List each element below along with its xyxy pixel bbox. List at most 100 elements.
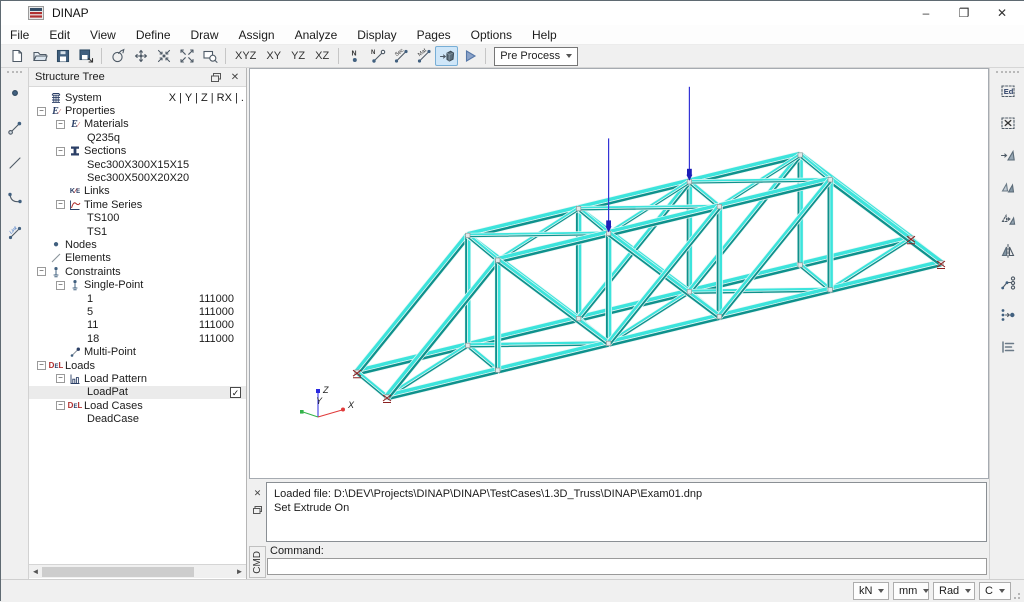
merge-nodes-button[interactable] bbox=[995, 302, 1021, 328]
menu-item-assign[interactable]: Assign bbox=[229, 25, 285, 45]
model-viewport[interactable]: ZXY bbox=[249, 68, 989, 479]
tree-row-system[interactable]: SystemX | Y | Z | RX | . bbox=[29, 91, 246, 104]
file-save-all-button[interactable] bbox=[74, 46, 97, 66]
tree-row-ts100[interactable]: TS100 bbox=[29, 212, 246, 225]
close-button[interactable]: ✕ bbox=[983, 1, 1021, 25]
view-plane-yz-button[interactable]: YZ bbox=[286, 48, 310, 64]
file-open-button[interactable] bbox=[28, 46, 51, 66]
message-close-icon[interactable]: ✕ bbox=[251, 486, 265, 500]
tree-expand-icon[interactable]: − bbox=[56, 200, 65, 209]
tree-row-nodes[interactable]: ●Nodes bbox=[29, 238, 246, 251]
assign-element-button[interactable]: N bbox=[366, 46, 389, 66]
view-fit-button[interactable] bbox=[175, 46, 198, 66]
divide-element-button[interactable] bbox=[995, 270, 1021, 296]
run-analysis-button[interactable] bbox=[458, 46, 481, 66]
tree-row-constraints[interactable]: −Constraints bbox=[29, 265, 246, 278]
minimize-button[interactable]: – bbox=[907, 1, 945, 25]
tree-expand-icon[interactable]: − bbox=[37, 107, 46, 116]
tree-expand-icon[interactable]: − bbox=[37, 361, 46, 370]
copy-element-button[interactable] bbox=[995, 174, 1021, 200]
assign-section-button[interactable]: Sec bbox=[389, 46, 412, 66]
message-float-icon[interactable] bbox=[251, 503, 265, 517]
tree-row-sec300x500x20x20[interactable]: Sec300X500X20X20 bbox=[29, 171, 246, 184]
stretch-element-button[interactable] bbox=[995, 206, 1021, 232]
command-tab[interactable]: CMD bbox=[249, 546, 266, 578]
tree-row-5[interactable]: 5111000 bbox=[29, 305, 246, 318]
tree-row-18[interactable]: 18111000 bbox=[29, 332, 246, 345]
tree-expand-icon[interactable]: − bbox=[37, 267, 46, 276]
tree-row-time-series[interactable]: −Time Series bbox=[29, 198, 246, 211]
tree-row-multi-point[interactable]: Multi-Point bbox=[29, 345, 246, 358]
view-plane-xz-button[interactable]: XZ bbox=[310, 48, 334, 64]
tree-row-1[interactable]: 1111000 bbox=[29, 292, 246, 305]
tree-row-links[interactable]: K⁄ELinks bbox=[29, 185, 246, 198]
loadpat-checkbox[interactable]: ✓ bbox=[230, 387, 241, 398]
tree-row-deadcase[interactable]: DeadCase bbox=[29, 412, 246, 425]
menu-item-options[interactable]: Options bbox=[461, 25, 522, 45]
tree-row-sec300x300x15x15[interactable]: Sec300X300X15X15 bbox=[29, 158, 246, 171]
tool-line-button[interactable] bbox=[2, 150, 28, 176]
tree-row-loadpat[interactable]: LoadPat✓ bbox=[29, 386, 246, 399]
tree-row-load-cases[interactable]: −DELLoad Cases bbox=[29, 399, 246, 412]
menu-item-display[interactable]: Display bbox=[347, 25, 406, 45]
tree-row-elements[interactable]: Elements bbox=[29, 252, 246, 265]
process-mode-combobox[interactable]: Pre Process bbox=[494, 47, 578, 66]
view-zoom-window-button[interactable] bbox=[198, 46, 221, 66]
maximize-button[interactable]: ❐ bbox=[945, 1, 983, 25]
menu-item-draw[interactable]: Draw bbox=[181, 25, 229, 45]
tree-row-ts1[interactable]: TS1 bbox=[29, 225, 246, 238]
view-pan-button[interactable] bbox=[129, 46, 152, 66]
resize-grip[interactable] bbox=[1013, 590, 1023, 600]
menu-item-edit[interactable]: Edit bbox=[39, 25, 80, 45]
view-orbit-button[interactable] bbox=[106, 46, 129, 66]
menu-item-view[interactable]: View bbox=[80, 25, 126, 45]
menu-item-help[interactable]: Help bbox=[522, 25, 567, 45]
tree-expand-icon[interactable]: − bbox=[56, 374, 65, 383]
tool-node-button[interactable] bbox=[2, 80, 28, 106]
assign-node-button[interactable]: N bbox=[343, 46, 366, 66]
tree-row-11[interactable]: 11111000 bbox=[29, 319, 246, 332]
menu-item-file[interactable]: File bbox=[1, 25, 39, 45]
view-plane-xy-button[interactable]: XY bbox=[261, 48, 286, 64]
file-save-button[interactable] bbox=[51, 46, 74, 66]
unit-combobox-kn[interactable]: kN bbox=[853, 582, 889, 600]
command-input[interactable] bbox=[267, 558, 987, 575]
align-list-button[interactable] bbox=[995, 334, 1021, 360]
unit-combobox-c[interactable]: C bbox=[979, 582, 1011, 600]
move-element-button[interactable] bbox=[995, 142, 1021, 168]
svg-text:Sec: Sec bbox=[394, 48, 405, 58]
edit-selection-button[interactable]: Ed bbox=[995, 78, 1021, 104]
tree-row-single-point[interactable]: −Single-Point bbox=[29, 278, 246, 291]
unit-combobox-mm[interactable]: mm bbox=[893, 582, 929, 600]
tool-element-button[interactable] bbox=[2, 115, 28, 141]
tree-row-q235q[interactable]: Q235q bbox=[29, 131, 246, 144]
panel-float-icon[interactable] bbox=[208, 70, 224, 85]
assign-material-button[interactable]: Mat bbox=[412, 46, 435, 66]
tree-expand-icon[interactable]: − bbox=[56, 120, 65, 129]
view-plane-xyz-button[interactable]: XYZ bbox=[230, 48, 261, 64]
tool-arc-button[interactable] bbox=[2, 185, 28, 211]
tool-link-button[interactable]: Link bbox=[2, 220, 28, 246]
scrollbar-thumb[interactable] bbox=[42, 567, 194, 577]
unit-combobox-rad[interactable]: Rad bbox=[933, 582, 975, 600]
tree-row-materials[interactable]: −E⁄Materials bbox=[29, 118, 246, 131]
menu-item-pages[interactable]: Pages bbox=[407, 25, 461, 45]
panel-close-icon[interactable]: ✕ bbox=[227, 70, 243, 85]
tree-row-sections[interactable]: −Sections bbox=[29, 145, 246, 158]
tree-row-loads[interactable]: −DELLoads bbox=[29, 359, 246, 372]
tree-row-load-pattern[interactable]: −Load Pattern bbox=[29, 372, 246, 385]
scroll-right-arrow[interactable]: ► bbox=[233, 567, 246, 576]
tree-expand-icon[interactable]: − bbox=[56, 401, 65, 410]
delete-selection-button[interactable] bbox=[995, 110, 1021, 136]
tree-row-properties[interactable]: −E⁄Properties bbox=[29, 104, 246, 117]
view-zoom-in-button[interactable] bbox=[152, 46, 175, 66]
file-new-button[interactable] bbox=[5, 46, 28, 66]
tree-expand-icon[interactable]: − bbox=[56, 147, 65, 156]
extrude-toggle-button[interactable] bbox=[435, 46, 458, 66]
tree-horizontal-scrollbar[interactable]: ◄ ► bbox=[29, 564, 246, 578]
mirror-element-button[interactable] bbox=[995, 238, 1021, 264]
menu-item-analyze[interactable]: Analyze bbox=[285, 25, 348, 45]
menu-item-define[interactable]: Define bbox=[126, 25, 181, 45]
scroll-left-arrow[interactable]: ◄ bbox=[29, 567, 42, 576]
tree-expand-icon[interactable]: − bbox=[56, 281, 65, 290]
